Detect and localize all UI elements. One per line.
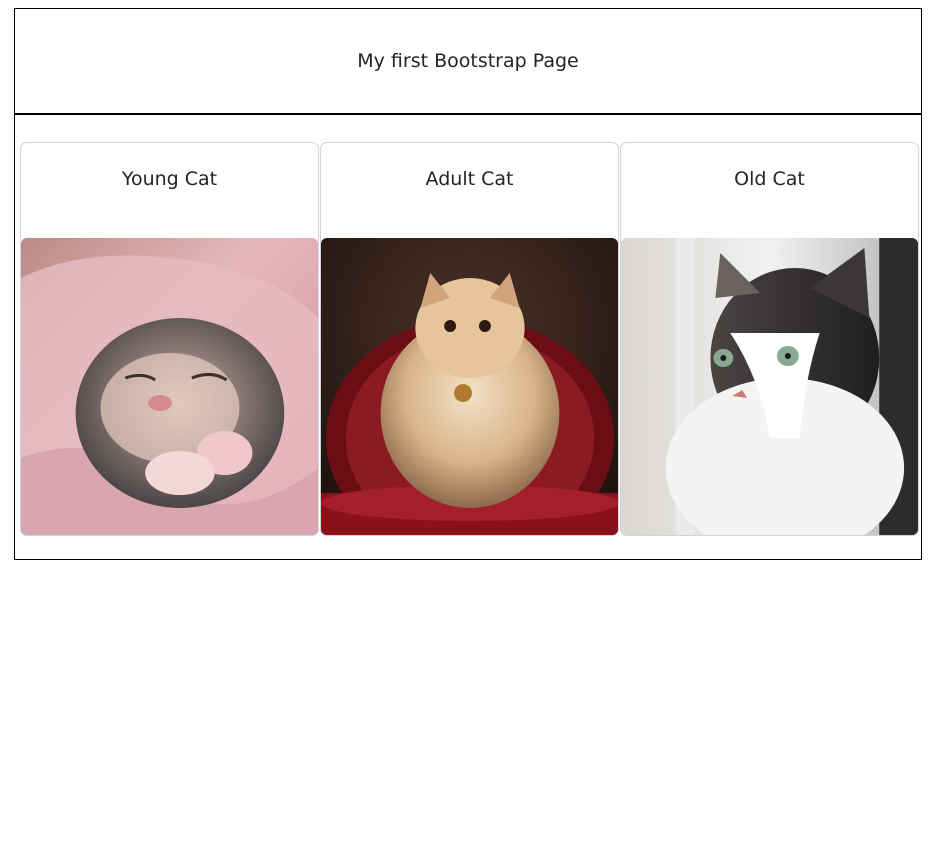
- page-title: My first Bootstrap Page: [357, 50, 579, 72]
- page-container: My first Bootstrap Page Young Cat Adult …: [14, 8, 922, 560]
- card-title: Adult Cat: [425, 168, 514, 190]
- card-old-cat: Old Cat: [620, 142, 919, 536]
- adult-cat-image: [321, 238, 618, 535]
- page-header: My first Bootstrap Page: [15, 9, 921, 115]
- card-title: Young Cat: [121, 168, 218, 190]
- old-cat-image: [621, 238, 918, 535]
- card-row: Young Cat Adult Cat Old Cat: [20, 142, 920, 536]
- card-title: Old Cat: [734, 168, 805, 190]
- card-adult-cat: Adult Cat: [320, 142, 619, 536]
- young-cat-image: [21, 238, 318, 535]
- card-young-cat: Young Cat: [20, 142, 319, 536]
